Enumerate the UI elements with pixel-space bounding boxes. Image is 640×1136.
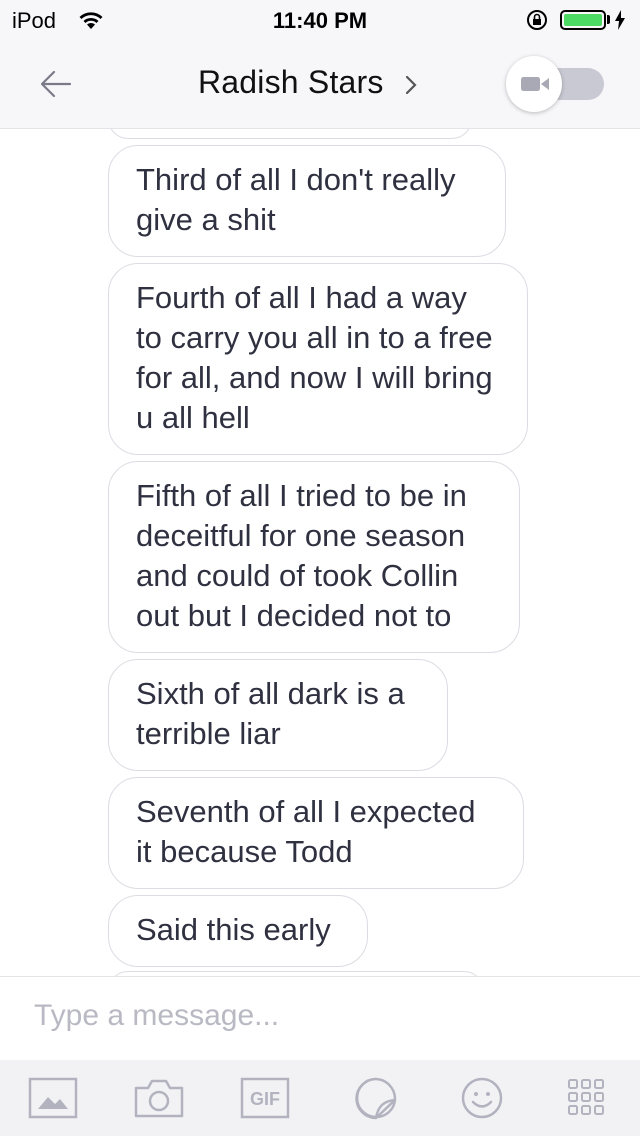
message-text: Sixth of all dark is a terrible liar (136, 676, 405, 751)
message-text: Fourth of all I had a way to carry you a… (136, 280, 493, 435)
message-bubble[interactable]: Fourth of all I had a way to carry you a… (108, 263, 528, 455)
status-bar: iPod 11:40 PM (0, 0, 640, 40)
video-camera-icon (520, 74, 550, 99)
message-bubble[interactable]: Seventh of all I expected it because Tod… (108, 777, 524, 889)
message-text: Third of all I don't really give a shit (136, 162, 456, 237)
message-list[interactable]: Third of all I don't really give a shit … (0, 129, 640, 976)
message-input[interactable]: Type a message... (34, 999, 279, 1033)
emoji-icon[interactable] (458, 1076, 508, 1120)
battery-icon (560, 10, 606, 30)
camera-icon[interactable] (134, 1076, 184, 1120)
gif-label: GIF (250, 1089, 280, 1109)
chat-header: Radish Stars (0, 40, 640, 129)
sticker-icon[interactable] (352, 1076, 402, 1120)
message-bubble[interactable]: Said this early (108, 895, 368, 967)
gif-icon[interactable]: GIF (240, 1076, 290, 1120)
message-text: Fifth of all I tried to be in deceitful … (136, 478, 467, 633)
video-call-toggle[interactable] (506, 56, 606, 112)
chevron-right-icon[interactable] (404, 74, 418, 101)
back-arrow-icon[interactable] (38, 66, 74, 102)
orientation-lock-icon (526, 9, 548, 36)
chat-title[interactable]: Radish Stars (198, 64, 384, 101)
charging-icon (614, 10, 626, 35)
message-text: Seventh of all I expected it because Tod… (136, 794, 476, 869)
message-bubble[interactable]: Sixth of all dark is a terrible liar (108, 659, 448, 771)
image-icon[interactable] (28, 1076, 78, 1120)
message-bubble[interactable]: Fifth of all I tried to be in deceitful … (108, 461, 520, 653)
message-composer[interactable]: Type a message... (0, 976, 640, 1061)
message-text: Said this early (136, 912, 331, 947)
message-bubble[interactable]: Third of all I don't really give a shit (108, 145, 506, 257)
grid-icon[interactable] (566, 1076, 616, 1120)
message-bubble-partial (108, 129, 472, 139)
battery-cap (607, 15, 610, 24)
composer-toolbar: GIF (0, 1060, 640, 1136)
